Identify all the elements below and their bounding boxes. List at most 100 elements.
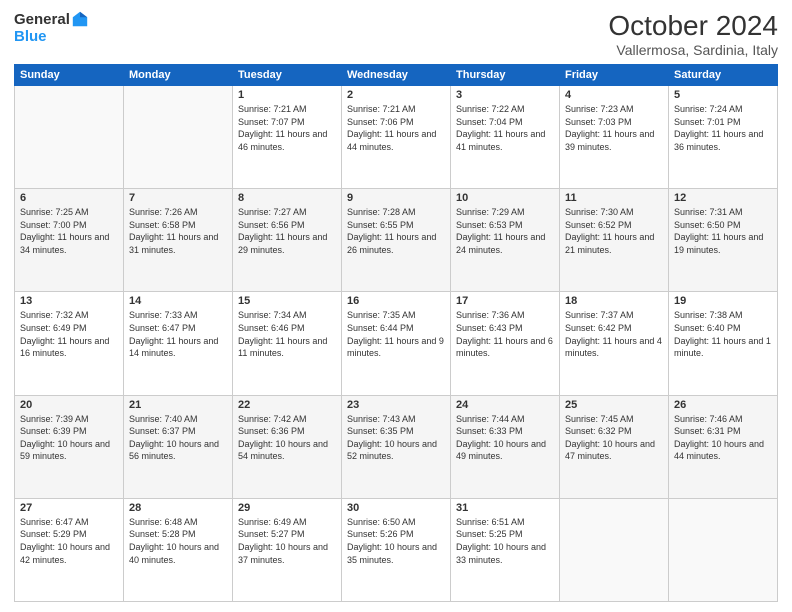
day-number: 10	[456, 192, 554, 204]
day-number: 17	[456, 295, 554, 307]
weekday-header: Saturday	[669, 65, 778, 86]
day-number: 13	[20, 295, 118, 307]
logo-blue-text: Blue	[14, 28, 47, 45]
day-number: 30	[347, 502, 445, 514]
calendar-table: SundayMondayTuesdayWednesdayThursdayFrid…	[14, 64, 778, 602]
calendar-day-cell	[560, 498, 669, 601]
day-number: 24	[456, 399, 554, 411]
day-number: 18	[565, 295, 663, 307]
day-info: Sunrise: 6:47 AM Sunset: 5:29 PM Dayligh…	[20, 516, 118, 566]
calendar-day-cell: 13 Sunrise: 7:32 AM Sunset: 6:49 PM Dayli…	[15, 292, 124, 395]
calendar-week-row: 13 Sunrise: 7:32 AM Sunset: 6:49 PM Dayli…	[15, 292, 778, 395]
calendar-day-cell: 2 Sunrise: 7:21 AM Sunset: 7:06 PM Daylig…	[342, 86, 451, 189]
day-info: Sunrise: 7:30 AM Sunset: 6:52 PM Dayligh…	[565, 206, 663, 256]
calendar-day-cell: 21 Sunrise: 7:40 AM Sunset: 6:37 PM Dayli…	[124, 395, 233, 498]
calendar-day-cell: 26Sunrise: 7:46 AM Sunset: 6:31 PM Dayli…	[669, 395, 778, 498]
day-number: 31	[456, 502, 554, 514]
day-info: Sunrise: 7:38 AM Sunset: 6:40 PM Dayligh…	[674, 309, 772, 359]
weekday-header: Tuesday	[233, 65, 342, 86]
day-number: 8	[238, 192, 336, 204]
day-info: Sunrise: 7:25 AM Sunset: 7:00 PM Dayligh…	[20, 206, 118, 256]
day-info: Sunrise: 7:40 AM Sunset: 6:37 PM Dayligh…	[129, 413, 227, 463]
calendar-day-cell	[669, 498, 778, 601]
day-info: Sunrise: 7:36 AM Sunset: 6:43 PM Dayligh…	[456, 309, 554, 359]
day-number: 21	[129, 399, 227, 411]
day-number: 16	[347, 295, 445, 307]
day-info: Sunrise: 7:45 AM Sunset: 6:32 PM Dayligh…	[565, 413, 663, 463]
day-info: Sunrise: 7:33 AM Sunset: 6:47 PM Dayligh…	[129, 309, 227, 359]
calendar-day-cell: 1 Sunrise: 7:21 AM Sunset: 7:07 PM Daylig…	[233, 86, 342, 189]
day-number: 1	[238, 89, 336, 101]
calendar-day-cell: 12 Sunrise: 7:31 AM Sunset: 6:50 PM Dayli…	[669, 189, 778, 292]
day-number: 23	[347, 399, 445, 411]
day-info: Sunrise: 7:32 AM Sunset: 6:49 PM Dayligh…	[20, 309, 118, 359]
day-number: 12	[674, 192, 772, 204]
calendar-week-row: 6 Sunrise: 7:25 AM Sunset: 7:00 PM Daylig…	[15, 189, 778, 292]
calendar-day-cell: 25 Sunrise: 7:45 AM Sunset: 6:32 PM Dayli…	[560, 395, 669, 498]
day-info: Sunrise: 7:23 AM Sunset: 7:03 PM Dayligh…	[565, 103, 663, 153]
calendar-day-cell: 29Sunrise: 6:49 AM Sunset: 5:27 PM Dayli…	[233, 498, 342, 601]
calendar-day-cell: 23 Sunrise: 7:43 AM Sunset: 6:35 PM Dayli…	[342, 395, 451, 498]
calendar-day-cell: 9 Sunrise: 7:28 AM Sunset: 6:55 PM Daylig…	[342, 189, 451, 292]
day-number: 28	[129, 502, 227, 514]
weekday-header: Wednesday	[342, 65, 451, 86]
day-number: 6	[20, 192, 118, 204]
day-info: Sunrise: 7:39 AM Sunset: 6:39 PM Dayligh…	[20, 413, 118, 463]
calendar-day-cell: 31 Sunrise: 6:51 AM Sunset: 5:25 PM Dayli…	[451, 498, 560, 601]
calendar-day-cell: 28 Sunrise: 6:48 AM Sunset: 5:28 PM Dayli…	[124, 498, 233, 601]
day-info: Sunrise: 6:50 AM Sunset: 5:26 PM Dayligh…	[347, 516, 445, 566]
day-number: 27	[20, 502, 118, 514]
calendar-day-cell: 22 Sunrise: 7:42 AM Sunset: 6:36 PM Dayli…	[233, 395, 342, 498]
day-info: Sunrise: 7:21 AM Sunset: 7:06 PM Dayligh…	[347, 103, 445, 153]
day-info: Sunrise: 7:37 AM Sunset: 6:42 PM Dayligh…	[565, 309, 663, 359]
calendar-day-cell: 18 Sunrise: 7:37 AM Sunset: 6:42 PM Dayli…	[560, 292, 669, 395]
calendar-day-cell: 10 Sunrise: 7:29 AM Sunset: 6:53 PM Dayli…	[451, 189, 560, 292]
day-info: Sunrise: 7:31 AM Sunset: 6:50 PM Dayligh…	[674, 206, 772, 256]
day-info: Sunrise: 6:51 AM Sunset: 5:25 PM Dayligh…	[456, 516, 554, 566]
day-info: Sunrise: 7:29 AM Sunset: 6:53 PM Dayligh…	[456, 206, 554, 256]
day-number: 26	[674, 399, 772, 411]
calendar-day-cell: 20 Sunrise: 7:39 AM Sunset: 6:39 PM Dayli…	[15, 395, 124, 498]
day-info: Sunrise: 6:48 AM Sunset: 5:28 PM Dayligh…	[129, 516, 227, 566]
day-number: 9	[347, 192, 445, 204]
calendar-day-cell	[15, 86, 124, 189]
calendar-day-cell: 11 Sunrise: 7:30 AM Sunset: 6:52 PM Dayli…	[560, 189, 669, 292]
day-number: 15	[238, 295, 336, 307]
calendar-day-cell: 8Sunrise: 7:27 AM Sunset: 6:56 PM Daylig…	[233, 189, 342, 292]
header: General Blue October 2024 Vallermosa, Sa…	[14, 10, 778, 58]
weekday-header: Friday	[560, 65, 669, 86]
day-info: Sunrise: 7:43 AM Sunset: 6:35 PM Dayligh…	[347, 413, 445, 463]
calendar-day-cell: 3Sunrise: 7:22 AM Sunset: 7:04 PM Daylig…	[451, 86, 560, 189]
weekday-header: Monday	[124, 65, 233, 86]
logo: General Blue	[14, 10, 89, 46]
logo-general-text: General	[14, 11, 70, 28]
calendar-day-cell: 27 Sunrise: 6:47 AM Sunset: 5:29 PM Dayli…	[15, 498, 124, 601]
day-number: 20	[20, 399, 118, 411]
calendar-header-row: SundayMondayTuesdayWednesdayThursdayFrid…	[15, 65, 778, 86]
calendar-day-cell: 15Sunrise: 7:34 AM Sunset: 6:46 PM Dayli…	[233, 292, 342, 395]
day-info: Sunrise: 7:26 AM Sunset: 6:58 PM Dayligh…	[129, 206, 227, 256]
day-number: 4	[565, 89, 663, 101]
day-number: 2	[347, 89, 445, 101]
calendar-day-cell: 6 Sunrise: 7:25 AM Sunset: 7:00 PM Daylig…	[15, 189, 124, 292]
day-number: 3	[456, 89, 554, 101]
day-number: 5	[674, 89, 772, 101]
day-number: 7	[129, 192, 227, 204]
day-number: 25	[565, 399, 663, 411]
day-info: Sunrise: 7:42 AM Sunset: 6:36 PM Dayligh…	[238, 413, 336, 463]
calendar-day-cell: 17 Sunrise: 7:36 AM Sunset: 6:43 PM Dayli…	[451, 292, 560, 395]
calendar-day-cell: 19Sunrise: 7:38 AM Sunset: 6:40 PM Dayli…	[669, 292, 778, 395]
weekday-header: Sunday	[15, 65, 124, 86]
day-info: Sunrise: 7:28 AM Sunset: 6:55 PM Dayligh…	[347, 206, 445, 256]
day-info: Sunrise: 7:21 AM Sunset: 7:07 PM Dayligh…	[238, 103, 336, 153]
day-info: Sunrise: 7:35 AM Sunset: 6:44 PM Dayligh…	[347, 309, 445, 359]
day-number: 11	[565, 192, 663, 204]
day-number: 22	[238, 399, 336, 411]
month-title: October 2024	[608, 10, 778, 42]
page: General Blue October 2024 Vallermosa, Sa…	[0, 0, 792, 612]
weekday-header: Thursday	[451, 65, 560, 86]
calendar-week-row: 27 Sunrise: 6:47 AM Sunset: 5:29 PM Dayli…	[15, 498, 778, 601]
logo-icon	[71, 10, 89, 28]
calendar-day-cell: 4 Sunrise: 7:23 AM Sunset: 7:03 PM Daylig…	[560, 86, 669, 189]
title-block: October 2024 Vallermosa, Sardinia, Italy	[608, 10, 778, 58]
